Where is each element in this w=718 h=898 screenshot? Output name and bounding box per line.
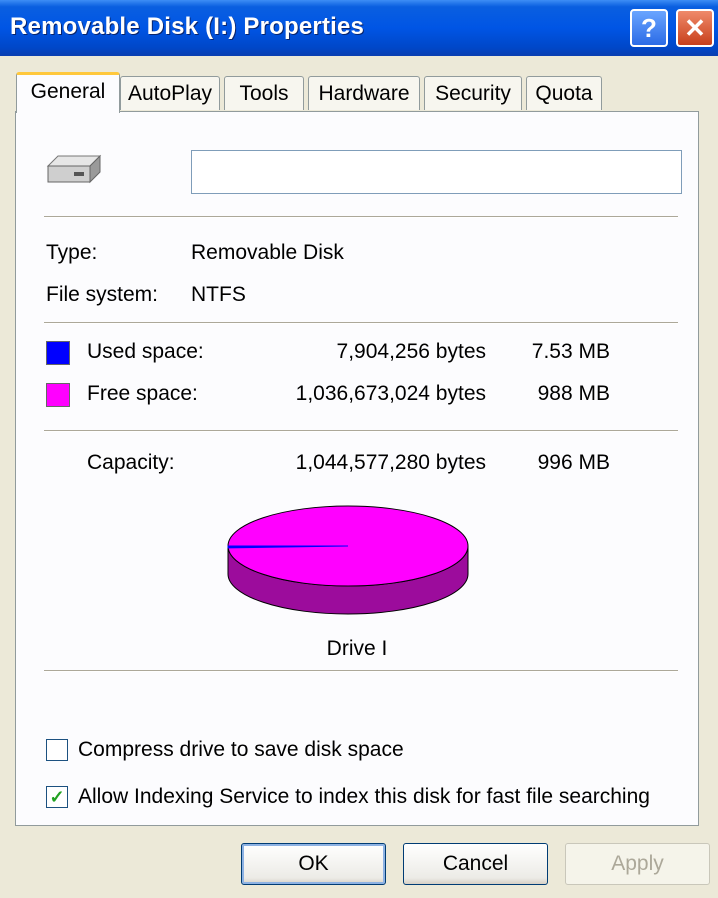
title-bar[interactable]: Removable Disk (I:) Properties ? ✕ bbox=[0, 0, 718, 56]
type-label: Type: bbox=[46, 241, 98, 264]
capacity-size: 996 MB bbox=[537, 451, 610, 474]
compress-label[interactable]: Compress drive to save disk space bbox=[78, 738, 404, 762]
checkmark-icon: ✓ bbox=[49, 787, 65, 807]
file-system-value: NTFS bbox=[191, 283, 246, 306]
free-space-bytes: 1,036,673,024 bytes bbox=[295, 382, 486, 405]
properties-window: Removable Disk (I:) Properties ? ✕ Gener… bbox=[0, 0, 718, 898]
free-space-swatch bbox=[46, 383, 70, 407]
volume-label-input[interactable] bbox=[191, 150, 682, 194]
ok-button[interactable]: OK bbox=[241, 843, 386, 885]
tab-autoplay[interactable]: AutoPlay bbox=[120, 76, 220, 110]
removable-drive-icon bbox=[46, 154, 102, 184]
tab-hardware[interactable]: Hardware bbox=[308, 76, 420, 110]
separator bbox=[44, 670, 678, 672]
help-button[interactable]: ? bbox=[630, 9, 668, 47]
free-space-label: Free space: bbox=[87, 382, 198, 405]
close-button[interactable]: ✕ bbox=[676, 9, 714, 47]
used-space-swatch bbox=[46, 341, 70, 365]
file-system-label: File system: bbox=[46, 283, 159, 306]
tab-security[interactable]: Security bbox=[424, 76, 522, 110]
tab-tools[interactable]: Tools bbox=[224, 76, 304, 110]
window-title: Removable Disk (I:) Properties bbox=[10, 13, 365, 40]
capacity-label: Capacity: bbox=[87, 451, 175, 474]
disk-usage-pie-chart bbox=[227, 505, 469, 615]
type-value: Removable Disk bbox=[191, 241, 344, 264]
used-space-label: Used space: bbox=[87, 340, 204, 363]
used-space-size: 7.53 MB bbox=[531, 340, 610, 363]
compress-checkbox[interactable] bbox=[46, 739, 68, 761]
separator bbox=[44, 322, 678, 324]
drive-caption: Drive I bbox=[326, 637, 388, 660]
cancel-button[interactable]: Cancel bbox=[403, 843, 548, 885]
apply-button[interactable]: Apply bbox=[565, 843, 710, 885]
free-space-size: 988 MB bbox=[537, 382, 610, 405]
separator bbox=[44, 216, 678, 218]
tab-quota[interactable]: Quota bbox=[526, 76, 602, 110]
used-space-bytes: 7,904,256 bytes bbox=[336, 340, 486, 363]
general-panel: Type: Removable Disk File system: NTFS U… bbox=[15, 111, 699, 826]
indexing-checkbox[interactable]: ✓ bbox=[46, 786, 68, 808]
tab-general[interactable]: General bbox=[16, 72, 120, 113]
indexing-label[interactable]: Allow Indexing Service to index this dis… bbox=[78, 785, 650, 809]
capacity-bytes: 1,044,577,280 bytes bbox=[295, 451, 486, 474]
separator bbox=[44, 430, 678, 432]
